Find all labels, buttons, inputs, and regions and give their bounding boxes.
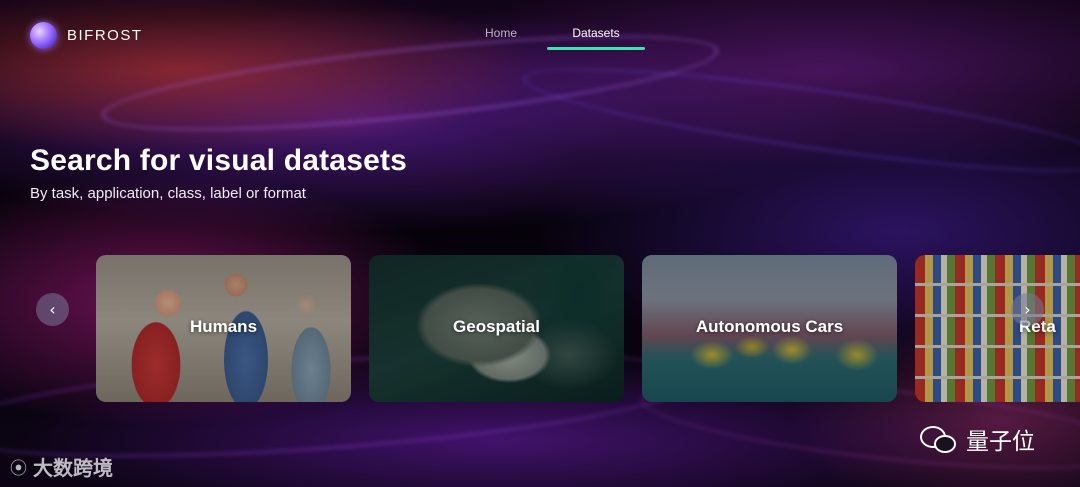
watermark-right: 量子位	[920, 422, 1035, 456]
category-card-humans[interactable]: Humans	[96, 255, 351, 402]
wechat-icon	[920, 424, 958, 454]
watermark-logo-icon: ⦿	[10, 459, 27, 479]
carousel-prev-button[interactable]: ‹	[36, 293, 69, 326]
hero-background	[0, 0, 1080, 487]
category-card-label: Autonomous Cars	[695, 317, 844, 336]
category-card-label: Humans	[189, 317, 258, 336]
bifrost-logo-icon	[30, 22, 57, 49]
page-subtitle: By task, application, class, label or fo…	[30, 185, 306, 202]
watermark-left: ⦿ 大数跨境	[10, 452, 113, 481]
carousel-next-button[interactable]: ›	[1011, 293, 1044, 326]
page-title: Search for visual datasets	[30, 144, 408, 177]
nav-home[interactable]: Home	[467, 26, 535, 52]
chevron-right-icon: ›	[1024, 300, 1031, 319]
brand-name: BIFROST	[67, 27, 143, 44]
dataset-category-carousel: Humans Geospatial Autonomous Cars Reta	[0, 255, 1080, 402]
category-card-label: Geospatial	[453, 317, 540, 336]
main-nav: Home Datasets	[467, 26, 645, 52]
category-card-autonomous-cars[interactable]: Autonomous Cars	[642, 255, 897, 402]
nav-datasets[interactable]: Datasets	[547, 26, 645, 52]
brand-logo[interactable]: BIFROST	[30, 22, 143, 49]
watermark-left-text: 大数跨境	[33, 456, 113, 480]
watermark-right-text: 量子位	[966, 429, 1035, 455]
category-card-retail[interactable]: Reta	[915, 255, 1080, 402]
category-card-geospatial[interactable]: Geospatial	[369, 255, 624, 402]
chevron-left-icon: ‹	[49, 300, 56, 319]
top-navbar: BIFROST Home Datasets	[0, 0, 1080, 72]
